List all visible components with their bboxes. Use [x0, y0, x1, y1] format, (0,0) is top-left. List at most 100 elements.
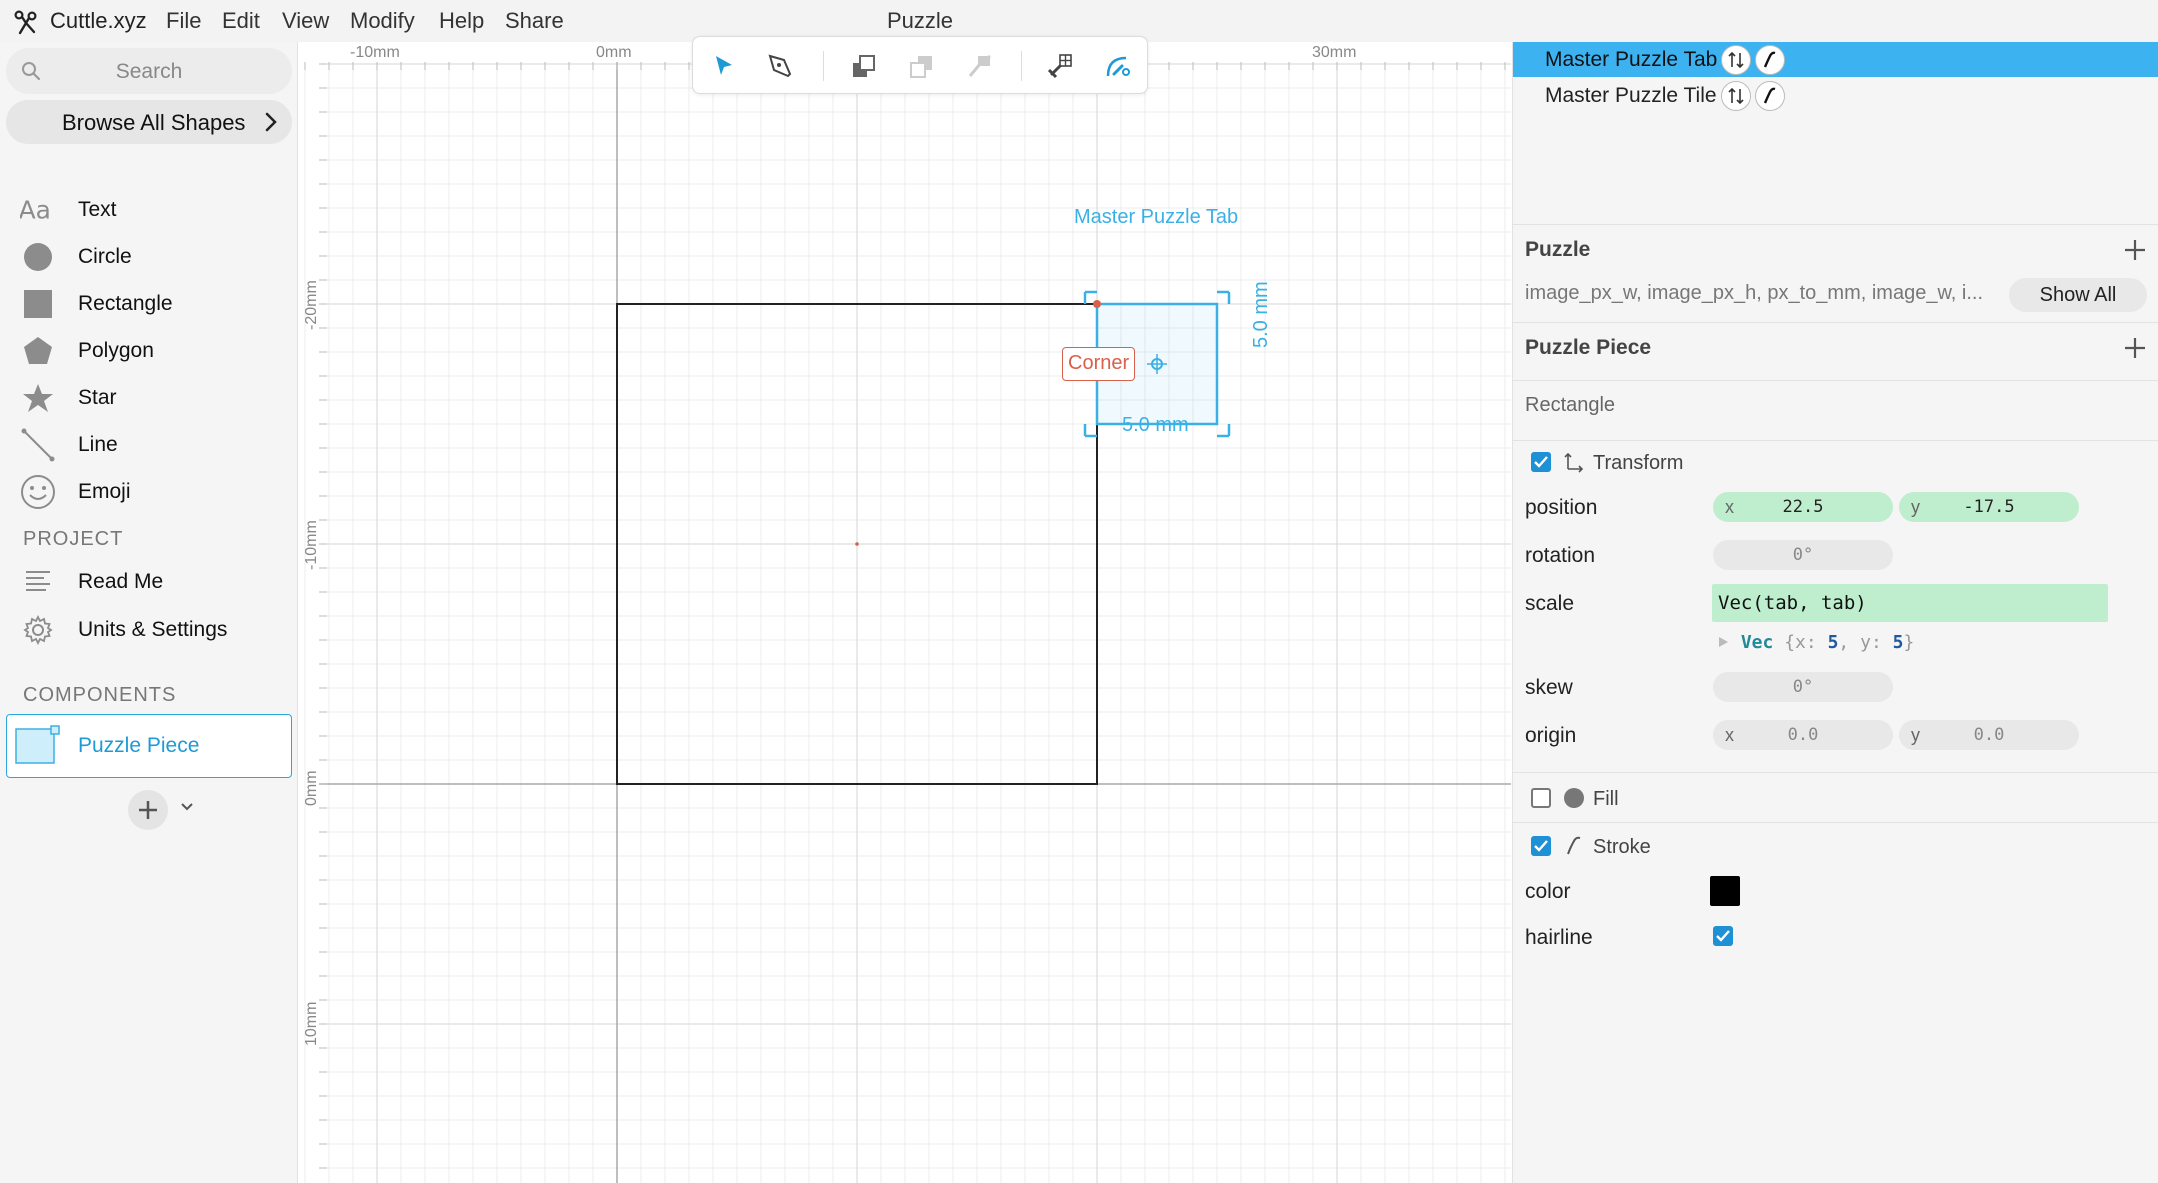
magnet-curve-icon [1106, 56, 1130, 77]
origin-x-field[interactable]: x 0.0 [1713, 720, 1893, 750]
scale-evaluated-value[interactable]: Vec {x: 5, y: 5} [1716, 632, 1914, 653]
ruler-y-label: 10mm [303, 1001, 320, 1046]
add-component-button[interactable] [128, 790, 168, 830]
transform-badge-icon[interactable] [1721, 45, 1751, 75]
component-label: Puzzle Piece [78, 734, 200, 757]
expand-triangle-icon [1719, 637, 1728, 647]
search-input[interactable]: Search [6, 48, 292, 94]
stroke-badge-icon[interactable] [1755, 81, 1785, 111]
corner-tag: Corner [1062, 347, 1136, 381]
shape-item-rectangle[interactable]: Rectangle [0, 282, 298, 326]
shape-label-emoji: Emoji [78, 480, 131, 503]
transform-section-title: Transform [1593, 452, 1684, 474]
origin-y-field[interactable]: y 0.0 [1899, 720, 2079, 750]
skew-label: skew [1525, 676, 1573, 699]
browse-all-shapes-label: Browse All Shapes [62, 110, 246, 135]
readme-icon [20, 564, 56, 600]
puzzle-parameters-list[interactable]: image_px_w, image_px_h, px_to_mm, image_… [1525, 282, 1983, 305]
scale-expression-field[interactable]: Vec(tab, tab) [1712, 584, 2108, 622]
corner-point[interactable] [1093, 300, 1101, 308]
canvas[interactable] [299, 42, 1511, 1183]
layer-item-master-puzzle-tab[interactable]: Master Puzzle Tab [1513, 42, 2158, 77]
chevron-down-icon[interactable] [180, 802, 194, 812]
gear-icon [20, 612, 56, 648]
pen-tool[interactable] [763, 49, 797, 83]
transform-icon [1564, 452, 1584, 473]
fill-checkbox[interactable] [1531, 788, 1551, 808]
shape-label-rectangle: Rectangle [78, 292, 173, 315]
stroke-color-swatch[interactable] [1710, 876, 1740, 906]
circle-icon [20, 239, 56, 275]
emoji-icon [20, 474, 56, 510]
dimension-width: 5.0 mm [1122, 414, 1189, 436]
shape-type-label: Rectangle [1525, 394, 1616, 416]
shape-item-circle[interactable]: Circle [0, 235, 298, 279]
ruler-y-label: -20mm [303, 280, 320, 330]
shape-label-polygon: Polygon [78, 339, 154, 362]
dimension-height: 5.0 mm [1250, 281, 1272, 348]
select-tool[interactable] [707, 49, 741, 83]
shape-item-emoji[interactable]: Emoji [0, 470, 298, 514]
rotation-label: rotation [1525, 544, 1596, 567]
transform-badge-icon[interactable] [1721, 81, 1751, 111]
ruler-y-label: -10mm [303, 520, 320, 570]
snap-geometry-tool[interactable] [1101, 49, 1135, 83]
show-all-button[interactable]: Show All [2009, 278, 2147, 312]
add-parameter-plus-icon[interactable] [2121, 236, 2149, 264]
project-label-read-me: Read Me [78, 570, 164, 593]
hairline-checkbox[interactable] [1713, 926, 1733, 946]
pointer-icon [716, 56, 732, 75]
browse-all-shapes-button[interactable]: Browse All Shapes [6, 100, 292, 144]
project-item-units-settings[interactable]: Units & Settings [0, 608, 298, 652]
ruler-x-label: 30mm [1312, 44, 1357, 61]
stroke-badge-icon[interactable] [1755, 45, 1785, 75]
shape-label-star: Star [78, 386, 117, 409]
add-parameter-plus-icon[interactable] [2121, 334, 2149, 362]
component-item-puzzle-piece[interactable]: Puzzle Piece [6, 714, 292, 778]
component-thumbnail [15, 725, 60, 764]
stroke-checkbox[interactable] [1531, 836, 1551, 856]
skew-field[interactable]: 0° [1713, 672, 1893, 702]
ruler-x-label: -10mm [350, 44, 400, 61]
send-to-back-icon [968, 54, 991, 77]
layer-item-master-puzzle-tile[interactable]: Master Puzzle Tile [1513, 78, 2158, 113]
line-icon [20, 427, 56, 463]
bring-forward-tool[interactable] [847, 49, 881, 83]
shape-item-star[interactable]: Star [0, 376, 298, 420]
selection-label: Master Puzzle Tab [1074, 206, 1239, 228]
fill-circle-icon [1564, 788, 1584, 808]
position-x-value: 22.5 [1782, 497, 1824, 517]
stroke-icon [1567, 836, 1581, 855]
plus-icon [139, 801, 157, 819]
skew-value: 0° [1792, 677, 1814, 697]
puzzle-section-title: Puzzle [1525, 238, 1591, 261]
rectangle-icon [20, 286, 56, 322]
scale-label: scale [1525, 592, 1575, 615]
snap-grid-tool[interactable] [1043, 49, 1077, 83]
ruler-x-label: 0mm [596, 44, 632, 61]
chevron-right-icon [265, 112, 277, 132]
position-y-value: -17.5 [1963, 497, 2015, 517]
rotation-field[interactable]: 0° [1713, 540, 1893, 570]
project-item-read-me[interactable]: Read Me [0, 560, 298, 604]
tool-palette [692, 36, 1148, 94]
star-icon [20, 380, 56, 416]
transform-checkbox[interactable] [1531, 452, 1551, 472]
shape-item-text[interactable]: Aa Text [0, 188, 298, 232]
origin-x-value: 0.0 [1787, 725, 1819, 745]
shape-item-polygon[interactable]: Polygon [0, 329, 298, 373]
tile-center-point [855, 542, 859, 546]
position-y-field[interactable]: y -17.5 [1899, 492, 2079, 522]
left-sidebar: Search Browse All Shapes Aa Text Circle … [0, 42, 298, 1183]
shape-item-line[interactable]: Line [0, 423, 298, 467]
bring-to-front-icon [853, 55, 875, 77]
send-backward-icon [910, 56, 932, 78]
text-icon: Aa [20, 192, 56, 228]
send-backward-tool[interactable] [905, 49, 939, 83]
position-x-field[interactable]: x 22.5 [1713, 492, 1893, 522]
rotation-value: 0° [1792, 545, 1814, 565]
document-title[interactable]: Puzzle [0, 8, 1840, 34]
send-to-back-tool[interactable] [963, 49, 997, 83]
vec-y-key: y: [1860, 632, 1882, 653]
components-section-title: COMPONENTS [23, 684, 177, 706]
